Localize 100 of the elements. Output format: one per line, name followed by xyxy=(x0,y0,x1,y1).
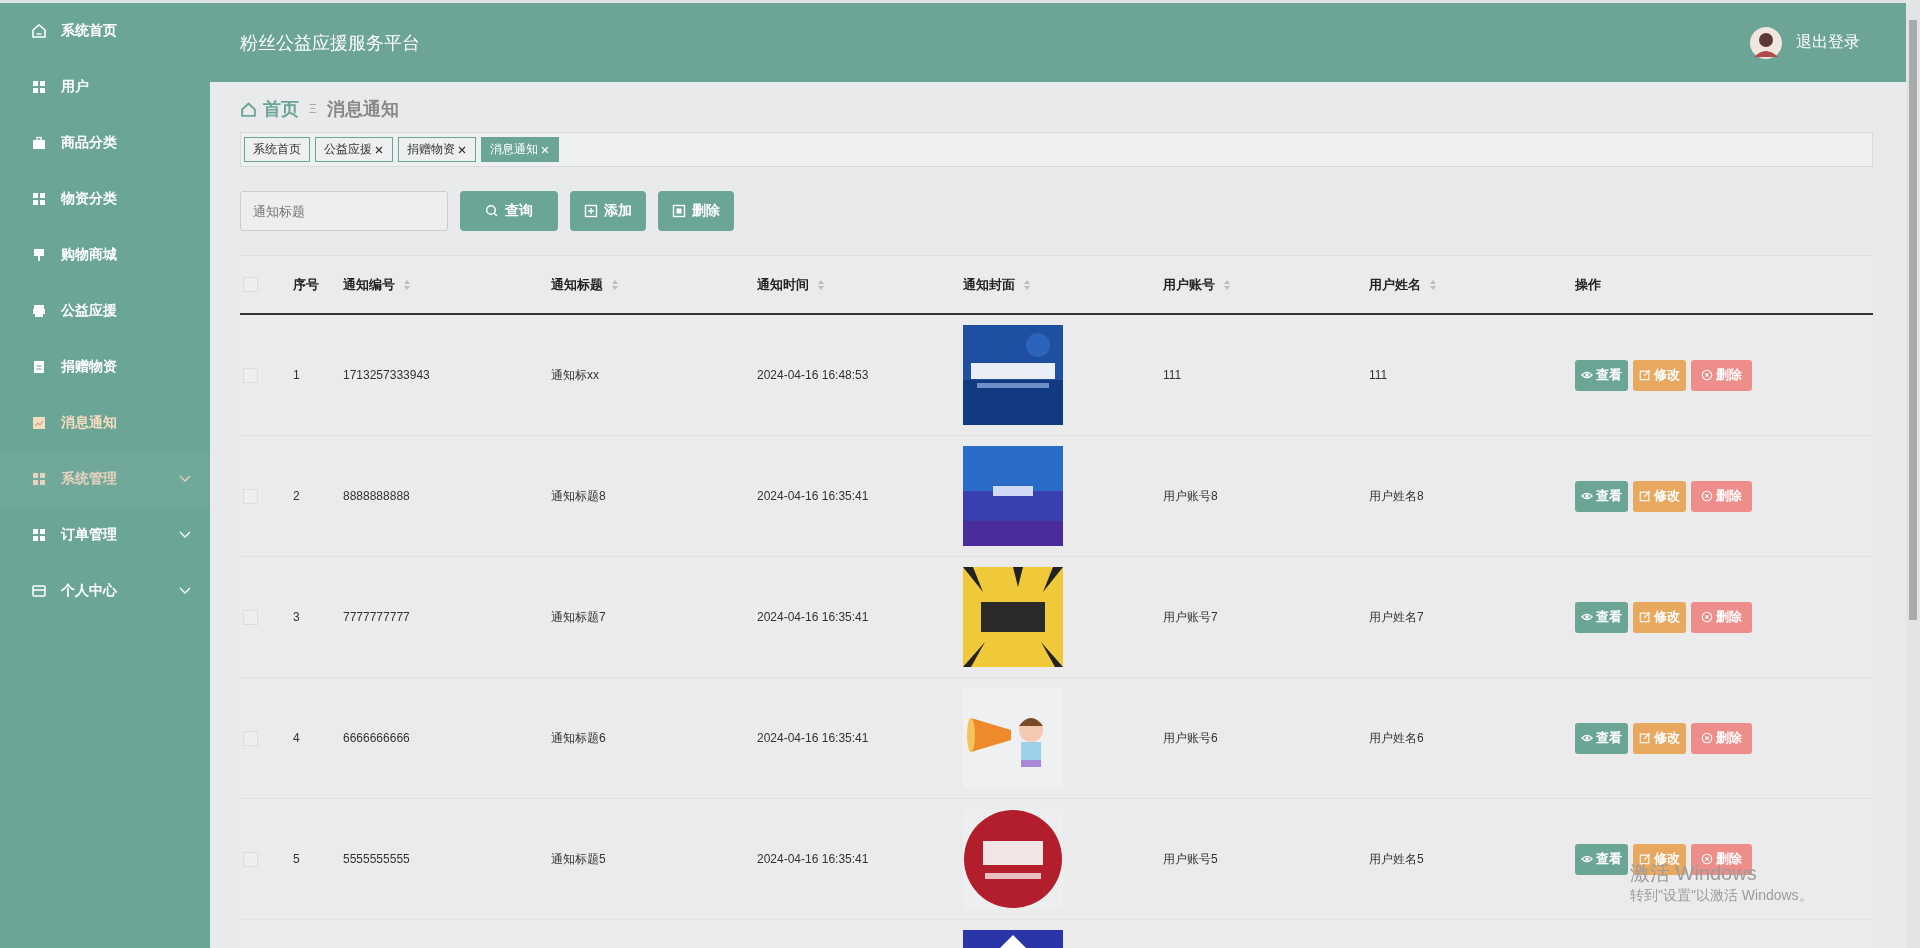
sidebar-label: 公益应援 xyxy=(61,302,117,320)
table-cell: 用户账号6 xyxy=(1163,729,1218,747)
eye-icon xyxy=(1581,611,1593,623)
table-cell: 用户姓名8 xyxy=(1369,487,1424,505)
page-tab[interactable]: 公益应援 xyxy=(315,137,393,162)
table-cell: 2024-04-16 16:35:41 xyxy=(757,731,869,745)
sidebar-item[interactable]: 消息通知 xyxy=(0,395,210,451)
table-cell: 1713257333943 xyxy=(343,368,430,382)
close-icon[interactable] xyxy=(457,144,467,155)
sidebar-item[interactable]: 商品分类 xyxy=(0,115,210,171)
view-button[interactable]: 查看 xyxy=(1575,843,1628,875)
table-cell: 通知标题6 xyxy=(551,729,606,747)
sort-icon[interactable] xyxy=(1023,278,1031,291)
edit-icon xyxy=(1639,853,1651,865)
edit-icon xyxy=(1639,611,1651,623)
query-button[interactable]: 查询 xyxy=(460,191,558,231)
square-icon xyxy=(672,204,686,218)
briefcase-icon xyxy=(31,135,47,151)
sidebar-item[interactable]: 用户 xyxy=(0,59,210,115)
view-button[interactable]: 查看 xyxy=(1575,359,1628,391)
sidebar-item[interactable]: 系统管理 xyxy=(0,451,210,507)
table-cell: 通知标xx xyxy=(551,366,599,384)
edit-button[interactable]: 修改 xyxy=(1633,359,1686,391)
chevron-icon[interactable] xyxy=(179,475,191,483)
sidebar-label: 系统管理 xyxy=(61,470,117,488)
table-cell: 111 xyxy=(1163,368,1182,382)
sidebar-label: 购物商城 xyxy=(61,246,117,264)
scrollbar[interactable] xyxy=(1906,0,1920,948)
edit-button[interactable]: 修改 xyxy=(1633,722,1686,754)
table-cell: 3 xyxy=(293,610,300,624)
table-cell: 1 xyxy=(293,368,300,382)
table-cell: 用户姓名7 xyxy=(1369,608,1424,626)
clipboard-icon xyxy=(31,359,47,375)
sidebar-label: 用户 xyxy=(61,78,89,96)
home-icon xyxy=(31,23,47,39)
table-cell: 通知标题8 xyxy=(551,487,606,505)
delete-button[interactable]: 删除 xyxy=(1691,480,1752,512)
edit-button[interactable]: 修改 xyxy=(1633,480,1686,512)
view-button[interactable]: 查看 xyxy=(1575,722,1628,754)
delete-button[interactable]: 删除 xyxy=(658,191,734,231)
sort-icon[interactable] xyxy=(817,278,825,291)
breadcrumb-link[interactable]: 首页 xyxy=(263,97,299,121)
grid-icon xyxy=(31,191,47,207)
sort-icon[interactable] xyxy=(1429,278,1437,291)
sidebar-item[interactable]: 公益应援 xyxy=(0,283,210,339)
breadcrumb-separator: Ξ xyxy=(309,102,317,116)
sidebar-item[interactable]: 购物商城 xyxy=(0,227,210,283)
view-button[interactable]: 查看 xyxy=(1575,480,1628,512)
edit-button[interactable]: 修改 xyxy=(1633,601,1686,633)
page-tab[interactable]: 捐赠物资 xyxy=(398,137,476,162)
sidebar-label: 消息通知 xyxy=(61,414,117,432)
sidebar-item[interactable]: 订单管理 xyxy=(0,507,210,563)
sort-icon[interactable] xyxy=(611,278,619,291)
edit-icon xyxy=(1639,732,1651,744)
sort-icon[interactable] xyxy=(403,278,411,291)
sidebar-item[interactable]: 个人中心 xyxy=(0,563,210,619)
close-circle-icon xyxy=(1701,611,1713,623)
close-circle-icon xyxy=(1701,732,1713,744)
close-circle-icon xyxy=(1701,369,1713,381)
sort-icon[interactable] xyxy=(1223,278,1231,291)
column-header[interactable]: 通知封面 xyxy=(963,275,1031,294)
avatar-icon xyxy=(1750,26,1782,59)
search-field[interactable]: 通知标题 xyxy=(240,191,448,231)
column-header[interactable]: 通知编号 xyxy=(343,275,411,294)
home-icon xyxy=(240,100,257,118)
sidebar-item[interactable]: 捐赠物资 xyxy=(0,339,210,395)
column-header[interactable]: 通知时间 xyxy=(757,275,825,294)
page-tab[interactable]: 系统首页 xyxy=(244,137,310,162)
delete-button[interactable]: 删除 xyxy=(1691,601,1752,633)
table-cell: 4 xyxy=(293,731,300,745)
delete-button[interactable]: 删除 xyxy=(1691,722,1752,754)
eye-icon xyxy=(1581,732,1593,744)
sidebar-label: 物资分类 xyxy=(61,190,117,208)
eye-icon xyxy=(1581,490,1593,502)
sidebar-label: 系统首页 xyxy=(61,22,117,40)
delete-button[interactable]: 删除 xyxy=(1691,359,1752,391)
brush-icon xyxy=(31,247,47,263)
column-header[interactable]: 用户姓名 xyxy=(1369,275,1437,294)
logout-link[interactable]: 退出登录 xyxy=(1796,32,1860,53)
sidebar-item[interactable]: 物资分类 xyxy=(0,171,210,227)
add-button[interactable]: 添加 xyxy=(570,191,646,231)
column-header[interactable]: 通知标题 xyxy=(551,275,619,294)
view-button[interactable]: 查看 xyxy=(1575,601,1628,633)
eye-icon xyxy=(1581,853,1593,865)
table-cell: 2024-04-16 16:35:41 xyxy=(757,489,869,503)
edit-icon xyxy=(1639,369,1651,381)
column-header[interactable]: 用户账号 xyxy=(1163,275,1231,294)
table-cell: 5555555555 xyxy=(343,852,410,866)
grid-icon xyxy=(31,79,47,95)
page-tab[interactable]: 消息通知 xyxy=(481,137,559,162)
card-icon xyxy=(31,583,47,599)
sidebar-label: 商品分类 xyxy=(61,134,117,152)
sidebar-item[interactable]: 系统首页 xyxy=(0,3,210,59)
close-icon[interactable] xyxy=(374,144,384,155)
table-cell: 用户账号5 xyxy=(1163,850,1218,868)
table-cell: 用户账号7 xyxy=(1163,608,1218,626)
table-cell: 2024-04-16 16:48:53 xyxy=(757,368,869,382)
search-icon xyxy=(485,204,499,218)
app-title: 粉丝公益应援服务平台 xyxy=(240,31,420,55)
chart-icon xyxy=(31,415,47,431)
